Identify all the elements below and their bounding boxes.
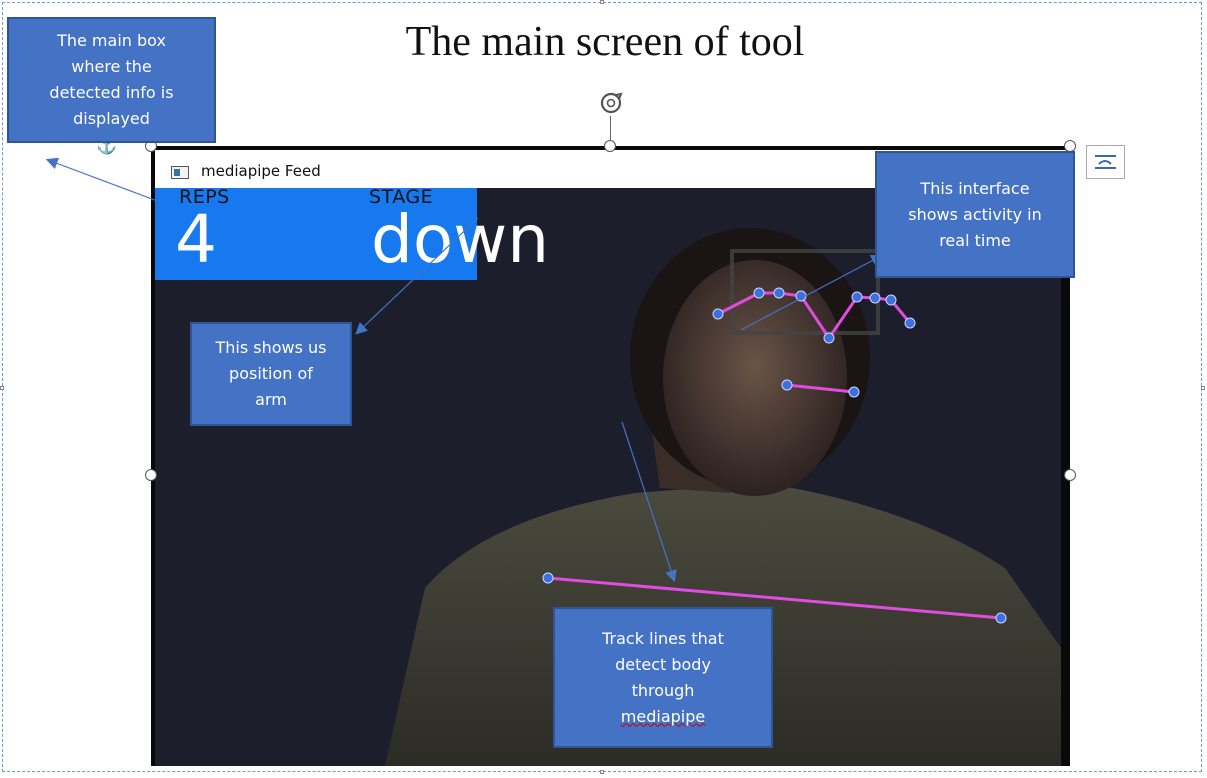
callout-line: arm	[255, 390, 287, 409]
callout-line: The main box	[57, 31, 166, 50]
callout-main-box: The main box where the detected info is …	[7, 17, 216, 143]
selection-handle[interactable]	[0, 386, 4, 390]
window-app-icon	[171, 166, 189, 179]
landmark-point	[781, 379, 793, 391]
landmark-point	[712, 308, 724, 320]
landmark-point	[773, 287, 785, 299]
callout-track-lines: Track lines that detect body through med…	[553, 607, 773, 748]
callout-line: This interface	[920, 178, 1030, 198]
landmark-point	[904, 317, 916, 329]
landmark-point	[753, 287, 765, 299]
callout-line: position of	[229, 364, 313, 383]
landmark-point	[848, 386, 860, 398]
page-title: The main screen of tool	[405, 19, 805, 65]
callout-line: real time	[939, 230, 1011, 250]
landmark-point	[851, 291, 863, 303]
callout-word-misspelled: mediapipe	[620, 706, 706, 726]
reps-value: 4	[175, 201, 217, 278]
resize-handle[interactable]	[1064, 469, 1076, 481]
callout-word: through	[631, 680, 695, 700]
landmark-point	[823, 332, 835, 344]
callout-line: Track lines that	[602, 628, 724, 648]
callout-interface: This interface shows activity in real ti…	[875, 151, 1075, 278]
layout-options-icon[interactable]	[1086, 145, 1125, 179]
callout-arm-position: This shows us position of arm	[190, 322, 352, 426]
landmark-point	[885, 294, 897, 306]
callout-line: through mediapipe	[602, 678, 724, 730]
stage-value: down	[371, 201, 550, 278]
landmark-point	[795, 290, 807, 302]
landmark-point	[542, 572, 554, 584]
callout-line: where the	[71, 57, 152, 76]
callout-line: displayed	[73, 109, 150, 128]
resize-handle[interactable]	[145, 469, 157, 481]
selection-handle[interactable]	[600, 0, 604, 4]
callout-line: shows activity in	[908, 204, 1042, 224]
callout-line: detected info is	[49, 83, 174, 102]
selection-handle[interactable]	[1201, 386, 1205, 390]
rotate-handle-icon[interactable]	[596, 90, 626, 120]
callout-line: This shows us	[215, 338, 327, 357]
selection-handle[interactable]	[600, 770, 604, 774]
landmark-point	[995, 612, 1007, 624]
callout-line: detect body	[615, 654, 711, 674]
resize-handle[interactable]	[604, 140, 616, 152]
landmark-point	[869, 292, 881, 304]
window-title: mediapipe Feed	[201, 162, 321, 180]
